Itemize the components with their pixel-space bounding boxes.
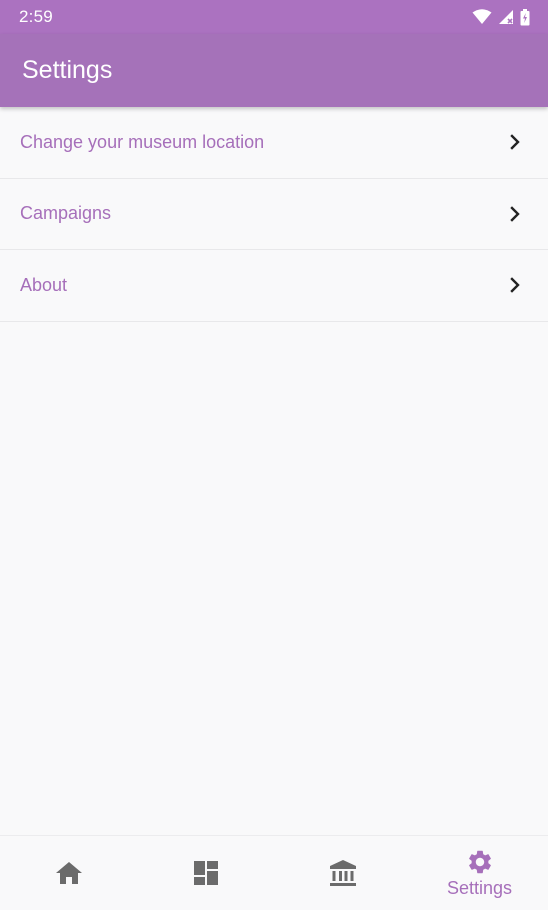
nav-item-museum[interactable]	[274, 836, 411, 910]
nav-item-settings[interactable]: Settings	[411, 836, 548, 910]
home-icon	[55, 862, 82, 884]
battery-icon	[520, 8, 530, 25]
nav-item-dashboard[interactable]	[137, 836, 274, 910]
chevron-right-icon	[510, 277, 520, 293]
settings-item-label: Campaigns	[20, 203, 112, 224]
page-title: Settings	[22, 56, 113, 84]
status-icons	[472, 8, 530, 26]
dashboard-icon	[193, 861, 218, 885]
gear-icon	[468, 850, 491, 873]
status-bar: 2:59	[0, 0, 548, 34]
wifi-icon	[472, 9, 492, 24]
settings-item-museum-location[interactable]: Change your museum location	[0, 107, 548, 179]
settings-item-campaigns[interactable]: Campaigns	[0, 179, 548, 250]
bottom-nav: Settings	[0, 835, 548, 910]
status-time: 2:59	[19, 7, 53, 26]
museum-icon	[329, 860, 356, 886]
chevron-right-icon	[510, 134, 520, 150]
settings-list: Change your museum location Campaigns Ab…	[0, 107, 548, 322]
chevron-right-icon	[510, 206, 520, 222]
nav-label-settings: Settings	[446, 877, 513, 898]
signal-icon	[499, 10, 513, 24]
app-bar: Settings	[0, 34, 548, 107]
settings-item-about[interactable]: About	[0, 250, 548, 322]
settings-item-label: About	[20, 274, 68, 295]
settings-item-label: Change your museum location	[20, 131, 265, 152]
nav-item-home[interactable]	[0, 836, 137, 910]
